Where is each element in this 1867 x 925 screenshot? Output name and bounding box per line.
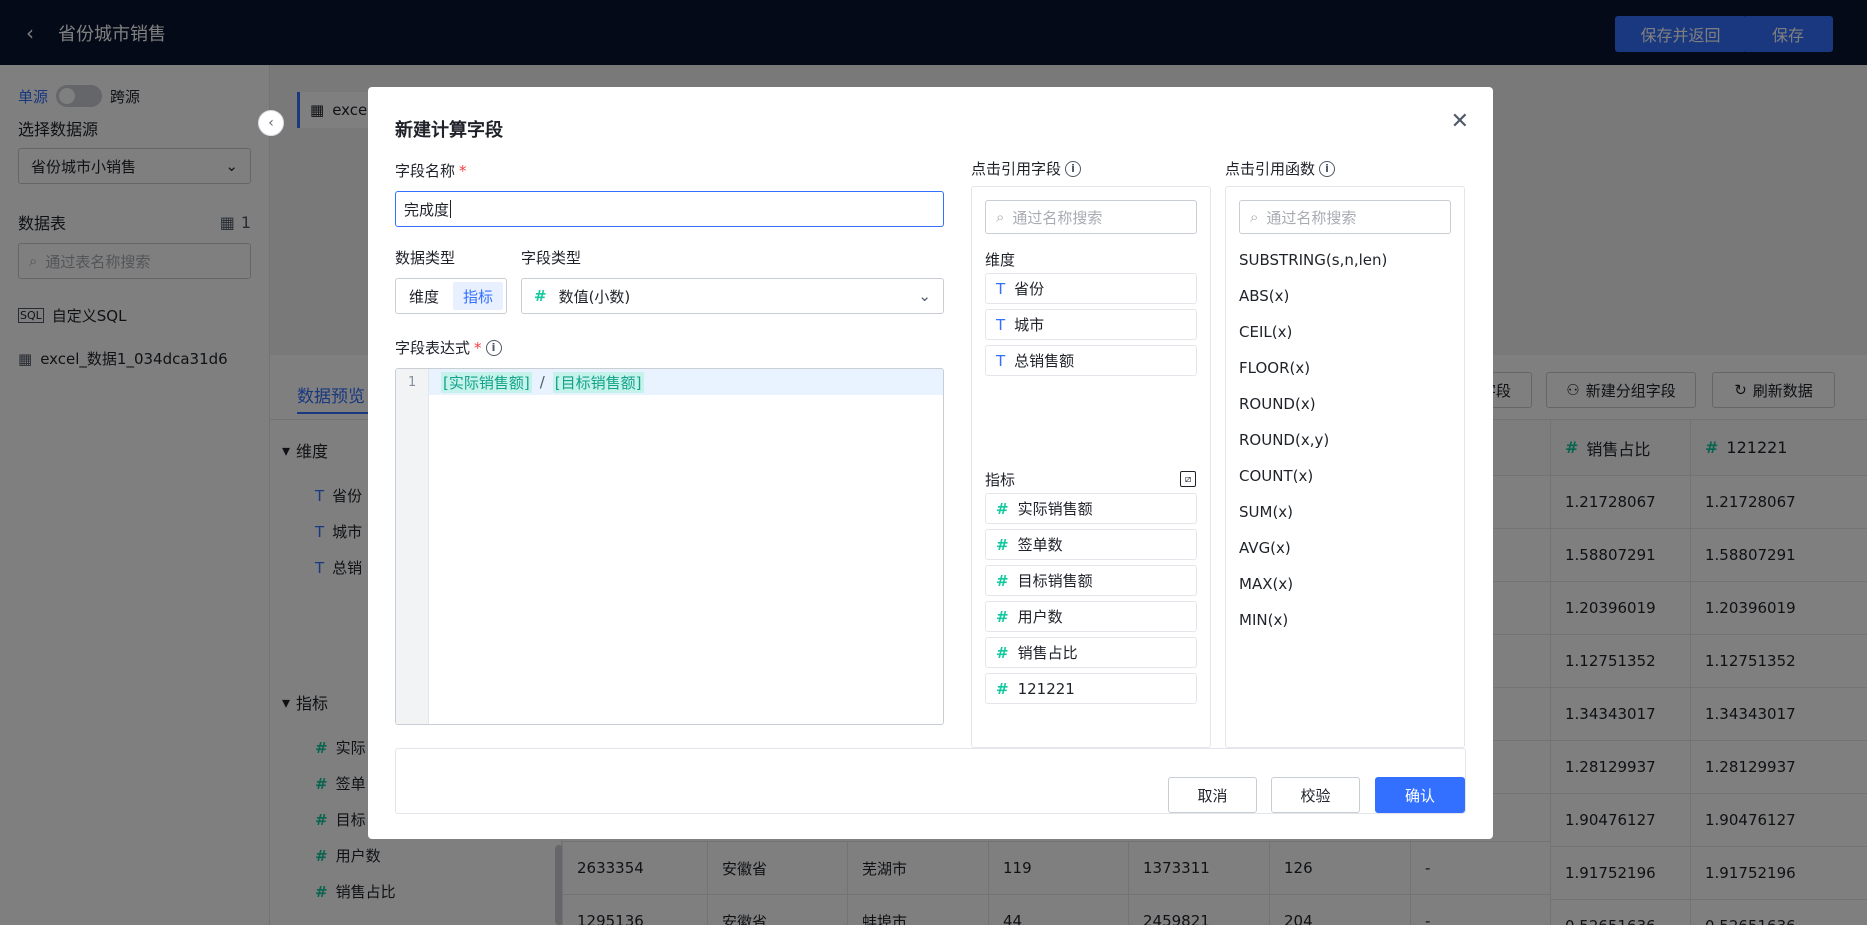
label-text: 字段名称 xyxy=(395,162,456,180)
text-type-icon: T xyxy=(996,315,1006,334)
code-line: [实际销售额] / [目标销售额] xyxy=(429,369,943,395)
editor-gutter xyxy=(396,369,429,724)
function-item[interactable]: ROUND(x,y) xyxy=(1239,431,1329,449)
function-search-input[interactable]: ⌕ 通过名称搜索 xyxy=(1239,200,1451,234)
confirm-button[interactable]: 确认 xyxy=(1375,777,1465,813)
chevron-down-icon: ⌄ xyxy=(918,287,931,305)
field-label: 城市 xyxy=(1014,316,1045,334)
ref-functions-label: 点击引用函数 i xyxy=(1225,158,1336,179)
field-token: [实际销售额] xyxy=(441,371,532,393)
close-icon[interactable]: ✕ xyxy=(1451,109,1469,134)
field-label: 121221 xyxy=(1017,679,1075,698)
number-type-icon: # xyxy=(996,535,1009,554)
function-item[interactable]: SUM(x) xyxy=(1239,503,1293,521)
ref-field-item[interactable]: #121221 xyxy=(985,673,1197,704)
field-name-value: 完成度 xyxy=(404,200,450,219)
field-label: 销售占比 xyxy=(1017,644,1078,662)
required-mark: * xyxy=(459,161,467,180)
function-item[interactable]: COUNT(x) xyxy=(1239,467,1313,485)
function-item[interactable]: FLOOR(x) xyxy=(1239,359,1310,377)
operator: / xyxy=(539,373,545,391)
label-text: 点击引用函数 xyxy=(1225,160,1316,178)
info-icon[interactable]: i xyxy=(1065,160,1082,177)
ref-field-item[interactable]: # 用户数 xyxy=(985,601,1197,632)
field-type-label: 字段类型 xyxy=(521,249,582,267)
field-name-label: 字段名称 * xyxy=(395,160,467,181)
required-mark: * xyxy=(474,338,482,357)
number-type-icon: # xyxy=(996,643,1009,662)
number-type-icon: # xyxy=(534,287,547,305)
cancel-button[interactable]: 取消 xyxy=(1168,777,1257,813)
label-text: 点击引用字段 xyxy=(971,160,1062,178)
validate-button[interactable]: 校验 xyxy=(1271,777,1360,813)
number-type-icon: # xyxy=(996,571,1009,590)
number-type-icon: # xyxy=(996,499,1009,518)
data-type-label: 数据类型 xyxy=(395,249,456,267)
expression-editor[interactable]: 1 [实际销售额] / [目标销售额] xyxy=(395,368,944,725)
chart-icon[interactable]: ⧄ xyxy=(1180,471,1196,487)
text-type-icon: T xyxy=(996,279,1006,298)
field-token: [目标销售额] xyxy=(552,371,644,393)
search-icon: ⌕ xyxy=(996,208,1005,226)
ref-field-item[interactable]: # 目标销售额 xyxy=(985,565,1197,596)
function-item[interactable]: ROUND(x) xyxy=(1239,395,1316,413)
field-search-input[interactable]: ⌕ 通过名称搜索 xyxy=(985,200,1197,234)
field-label: 用户数 xyxy=(1017,608,1063,626)
ref-fields-label: 点击引用字段 i xyxy=(971,158,1082,179)
function-item[interactable]: MAX(x) xyxy=(1239,575,1293,593)
label-text: 字段表达式 xyxy=(395,339,471,357)
ref-field-item[interactable]: # 实际销售额 xyxy=(985,493,1197,524)
new-calculated-field-dialog: 新建计算字段 ✕ 字段名称 * 完成度 数据类型 字段类型 维度 指标 # 数值(… xyxy=(368,87,1493,839)
search-icon: ⌕ xyxy=(1250,208,1259,226)
data-type-segmented: 维度 指标 xyxy=(395,278,507,314)
field-label: 目标销售额 xyxy=(1017,572,1093,590)
ref-field-item[interactable]: T 省份 xyxy=(985,273,1197,304)
collapse-panel-button[interactable]: ‹ xyxy=(258,110,284,136)
segment-dimension[interactable]: 维度 xyxy=(399,282,449,310)
number-type-icon: # xyxy=(996,679,1009,698)
text-caret xyxy=(450,200,452,218)
search-placeholder: 通过名称搜索 xyxy=(1012,208,1103,227)
function-item[interactable]: SUBSTRING(s,n,len) xyxy=(1239,251,1387,269)
number-type-icon: # xyxy=(996,607,1009,626)
dialog-title: 新建计算字段 xyxy=(395,120,503,141)
ref-field-item[interactable]: # 销售占比 xyxy=(985,637,1197,668)
field-type-select[interactable]: # 数值(小数) ⌄ xyxy=(521,278,944,314)
text-type-icon: T xyxy=(996,351,1006,370)
info-icon[interactable]: i xyxy=(1319,160,1336,177)
ref-field-item[interactable]: T 城市 xyxy=(985,309,1197,340)
function-item[interactable]: CEIL(x) xyxy=(1239,323,1292,341)
field-name-input[interactable]: 完成度 xyxy=(395,191,944,227)
function-item[interactable]: MIN(x) xyxy=(1239,611,1288,629)
dimension-section-label: 维度 xyxy=(985,251,1016,269)
function-item[interactable]: ABS(x) xyxy=(1239,287,1289,305)
field-label: 实际销售额 xyxy=(1017,500,1093,518)
info-icon[interactable]: i xyxy=(485,339,502,356)
ref-field-item[interactable]: # 签单数 xyxy=(985,529,1197,560)
function-item[interactable]: AVG(x) xyxy=(1239,539,1291,557)
expression-label: 字段表达式 * i xyxy=(395,337,502,358)
line-number: 1 xyxy=(408,375,417,390)
field-label: 省份 xyxy=(1014,280,1045,298)
ref-field-item[interactable]: T 总销售额 xyxy=(985,345,1197,376)
segment-metric[interactable]: 指标 xyxy=(453,282,503,310)
search-placeholder: 通过名称搜索 xyxy=(1266,208,1357,227)
field-type-value: 数值(小数) xyxy=(558,287,631,306)
field-label: 总销售额 xyxy=(1014,352,1075,370)
field-label: 签单数 xyxy=(1017,536,1063,554)
metric-section-label: 指标 xyxy=(985,471,1016,489)
